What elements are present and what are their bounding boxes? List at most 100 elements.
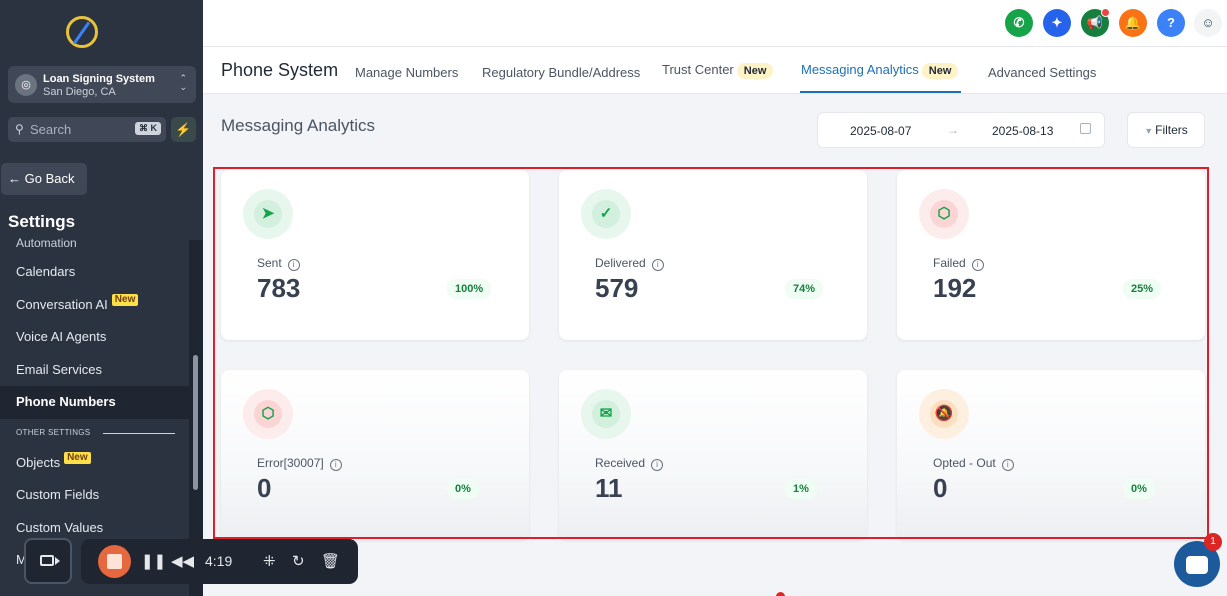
info-icon[interactable]: i (651, 259, 664, 271)
stat-percent: 25% (1123, 279, 1162, 299)
sparkle-icon[interactable]: ✦ (1043, 9, 1071, 37)
stat-card-opted-out: 🔕 Opted - Out i 0 0% (897, 370, 1205, 540)
stat-card-sent: ➤ Sent i 783 100% (221, 170, 529, 340)
sidebar-item-calendars[interactable]: Calendars (0, 256, 189, 289)
settings-nav: Calendars Conversation AI New Voice AI Ag… (0, 256, 189, 577)
stat-card-failed: ⬡ Failed i 192 25% (897, 170, 1205, 340)
sidebar-item-email-services[interactable]: Email Services (0, 354, 189, 387)
sidebar-item-conversation-ai[interactable]: Conversation AI New (0, 289, 189, 322)
date-range-picker[interactable]: 2025-08-07 → 2025-08-13 (817, 112, 1105, 148)
stat-value: 0 (257, 473, 272, 503)
info-icon[interactable]: i (1001, 459, 1014, 471)
stat-value: 0 (933, 473, 948, 503)
start-date[interactable]: 2025-08-07 (850, 124, 911, 138)
tab-regulatory-bundle[interactable]: Regulatory Bundle/Address (482, 65, 640, 80)
sidebar-item-voice-ai-agents[interactable]: Voice AI Agents (0, 321, 189, 354)
send-icon: ➤ (254, 200, 282, 228)
stat-value: 192 (933, 273, 977, 303)
go-back-button[interactable]: ← Go Back (1, 163, 87, 195)
camera-icon (40, 555, 54, 566)
phone-system-tabs: Phone System Manage Numbers Regulatory B… (203, 47, 1227, 94)
stat-card-delivered: ✓ Delivered i 579 74% (559, 170, 867, 340)
alert-hexagon-icon: ⬡ (930, 200, 958, 228)
camera-toggle-button[interactable] (24, 538, 72, 584)
active-tab-indicator (800, 91, 961, 93)
stat-percent: 0% (1123, 479, 1155, 499)
tab-manage-numbers[interactable]: Manage Numbers (355, 65, 458, 80)
megaphone-icon[interactable]: 📢 (1081, 8, 1110, 37)
filters-button[interactable]: ▼ Filters (1127, 112, 1205, 148)
stat-value: 579 (595, 273, 639, 303)
info-icon[interactable]: i (287, 259, 300, 271)
stat-label: Sent i (257, 256, 300, 271)
help-icon[interactable]: ? (1157, 9, 1185, 37)
stat-label: Failed i (933, 256, 984, 271)
envelope-open-icon: ✉ (592, 400, 620, 428)
company-logo[interactable] (66, 14, 142, 52)
location-switcher[interactable]: ◎ Loan Signing System San Diego, CA ⌃ ⌄ (8, 66, 196, 103)
chat-icon (1186, 556, 1208, 574)
user-avatar[interactable]: ☺ (1194, 9, 1222, 37)
chat-unread-badge: 1 (1204, 533, 1222, 551)
location-name: Loan Signing System (43, 73, 155, 85)
bell-icon[interactable]: 🔔 (1119, 9, 1147, 37)
stat-value: 783 (257, 273, 301, 303)
stat-percent: 0% (447, 479, 479, 499)
chevron-updown-icon: ⌃ ⌄ (179, 73, 187, 92)
new-badge: New (736, 63, 774, 79)
end-date[interactable]: 2025-08-13 (992, 124, 1053, 138)
location-avatar-icon: ◎ (15, 74, 37, 96)
tab-trust-center[interactable]: Trust Center New (662, 62, 774, 79)
sidebar-item-custom-fields[interactable]: Custom Fields (0, 479, 189, 512)
location-city: San Diego, CA (43, 86, 116, 98)
section-title: Messaging Analytics (221, 116, 376, 135)
bell-off-icon: 🔕 (930, 400, 958, 428)
stat-label: Opted - Out i (933, 456, 1014, 471)
filter-icon: ▼ (1144, 126, 1154, 136)
pause-icon[interactable]: ❚❚ (141, 552, 166, 570)
restart-icon[interactable]: ↻ (292, 552, 305, 570)
stat-label: Error[30007] i (257, 456, 342, 471)
rewind-icon[interactable]: ◀◀ (171, 552, 194, 570)
info-icon[interactable]: i (329, 459, 342, 471)
grid-icon[interactable]: ⁜ (263, 552, 276, 570)
recording-time: 4:19 (205, 553, 233, 569)
notification-dot (1101, 8, 1110, 17)
chat-widget-button[interactable]: 1 (1174, 533, 1222, 587)
sidebar-item-objects[interactable]: Objects New (0, 447, 189, 480)
search-icon: ⚲ (15, 122, 24, 136)
search-shortcut: ⌘ K (135, 122, 161, 135)
top-bar: ✆ ✦ 📢 🔔 ? ☺ (203, 0, 1227, 47)
sidebar-scrollbar[interactable] (193, 355, 198, 490)
stat-label: Received i (595, 456, 664, 471)
settings-title: Settings (8, 212, 76, 231)
new-badge: New (111, 293, 139, 306)
info-icon[interactable]: i (971, 259, 984, 271)
stat-card-error-30007: ⬡ Error[30007] i 0 0% (221, 370, 529, 540)
stat-value: 11 (595, 473, 623, 503)
alert-hexagon-icon: ⬡ (254, 400, 282, 428)
stat-percent: 1% (785, 479, 817, 499)
tab-advanced-settings[interactable]: Advanced Settings (988, 65, 1096, 80)
recording-toolbar: ❚❚ ◀◀ 4:19 ⁜ ↻ 🗑 (81, 539, 358, 584)
stat-card-received: ✉ Received i 11 1% (559, 370, 867, 540)
quick-action-bolt-icon[interactable]: ⚡ (171, 117, 196, 142)
search-input[interactable]: ⚲ Search ⌘ K (8, 117, 166, 142)
page-title: Phone System (221, 60, 339, 80)
trash-icon[interactable]: 🗑 (321, 552, 340, 570)
cursor-dot (776, 592, 785, 596)
sidebar-item-automation[interactable]: Automation (16, 236, 77, 250)
stat-percent: 74% (785, 279, 824, 299)
phone-icon[interactable]: ✆ (1005, 9, 1033, 37)
new-badge: New (64, 451, 91, 464)
sidebar: ◎ Loan Signing System San Diego, CA ⌃ ⌄ ⚲… (0, 0, 203, 596)
other-settings-heading: OTHER SETTINGS (0, 419, 189, 447)
stop-recording-button[interactable] (98, 545, 131, 578)
stat-percent: 100% (447, 279, 492, 299)
sidebar-item-phone-numbers[interactable]: Phone Numbers (0, 386, 189, 419)
info-icon[interactable]: i (651, 459, 664, 471)
tab-messaging-analytics[interactable]: Messaging Analytics New (801, 62, 959, 79)
stat-label: Delivered i (595, 256, 664, 271)
check-circle-icon: ✓ (592, 200, 620, 228)
calendar-icon (1080, 123, 1091, 134)
